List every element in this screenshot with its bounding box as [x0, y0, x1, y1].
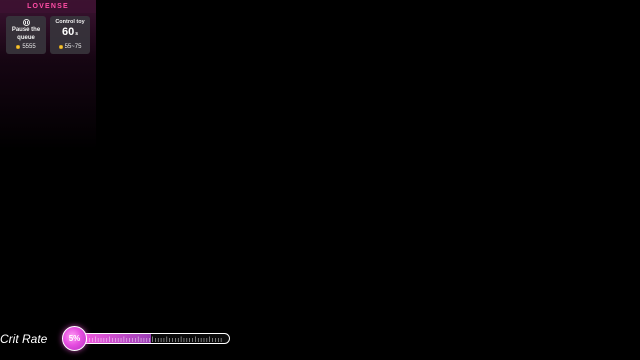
- crit-rate-bulb: 5%: [62, 326, 87, 351]
- pause-icon: [23, 19, 30, 26]
- pause-token-cost: 5555: [22, 44, 36, 50]
- control-toy-card[interactable]: Control toy 60 s 55~75: [50, 16, 90, 54]
- crit-rate-track: [72, 333, 230, 344]
- crit-rate-label: Crit Rate: [0, 332, 48, 346]
- stream-overlay: LOVENSE Pause the queue 5555 Control toy…: [0, 0, 640, 360]
- lovense-panel: LOVENSE Pause the queue 5555 Control toy…: [0, 0, 96, 150]
- control-toy-title: Control toy: [55, 19, 85, 25]
- crit-rate-ticks: [83, 336, 222, 342]
- lovense-logo: LOVENSE: [27, 3, 69, 10]
- control-token-range: 55~75: [64, 44, 82, 50]
- coin-icon: [58, 45, 63, 49]
- pause-queue-card[interactable]: Pause the queue 5555: [6, 16, 46, 54]
- pause-label-line1: Pause the: [11, 27, 41, 33]
- control-duration: 60 s: [50, 26, 90, 38]
- control-token-row: 55~75: [50, 44, 90, 50]
- crit-rate-value: 5%: [68, 334, 81, 343]
- pause-label-line2: queue: [17, 34, 35, 41]
- pause-token-row: 5555: [6, 44, 46, 50]
- pause-queue-label: Pause the queue: [6, 27, 46, 42]
- control-duration-unit: s: [75, 31, 79, 37]
- coin-icon: [16, 45, 21, 49]
- lovense-header: LOVENSE: [0, 0, 96, 13]
- control-duration-value: 60: [61, 26, 75, 38]
